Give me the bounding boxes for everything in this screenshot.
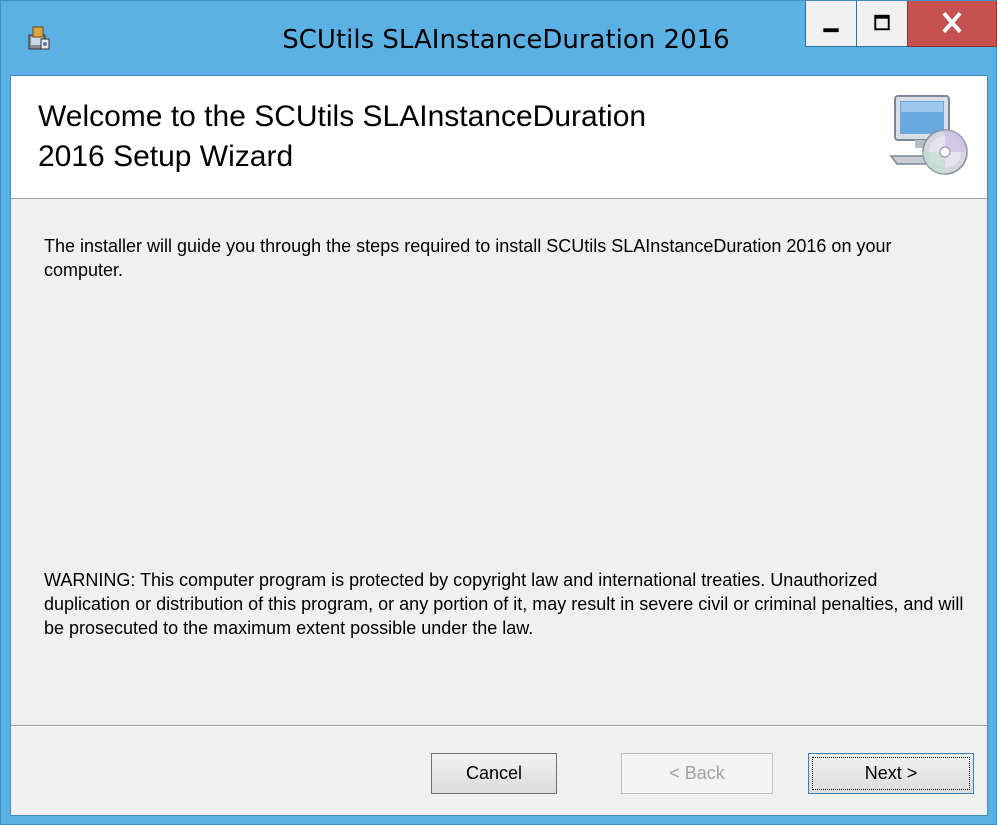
computer-cd-icon <box>887 90 969 180</box>
next-button[interactable]: Next > <box>808 753 974 794</box>
wizard-heading: Welcome to the SCUtils SLAInstanceDurati… <box>38 100 647 173</box>
maximize-icon <box>874 14 890 31</box>
close-icon <box>942 11 962 34</box>
setup-window: SCUtils SLAInstanceDuration 2016 Welcome… <box>0 0 997 825</box>
back-button[interactable]: < Back <box>621 753 773 794</box>
intro-text: The installer will guide you through the… <box>44 236 892 280</box>
next-button-label: Next > <box>864 763 918 783</box>
wizard-client-area: Welcome to the SCUtils SLAInstanceDurati… <box>10 75 988 816</box>
minimize-icon <box>823 28 839 33</box>
minimize-button[interactable] <box>805 1 857 47</box>
cancel-button-label: Cancel <box>465 763 523 783</box>
cancel-button[interactable]: Cancel <box>431 753 557 794</box>
footer-separator-highlight <box>11 726 987 727</box>
maximize-button[interactable] <box>856 1 908 47</box>
copyright-warning: WARNING: This computer program is protec… <box>44 570 964 638</box>
wizard-banner: Welcome to the SCUtils SLAInstanceDurati… <box>11 76 987 199</box>
close-button[interactable] <box>907 1 997 47</box>
title-bar[interactable]: SCUtils SLAInstanceDuration 2016 <box>1 1 997 75</box>
back-button-label: < Back <box>669 763 725 783</box>
